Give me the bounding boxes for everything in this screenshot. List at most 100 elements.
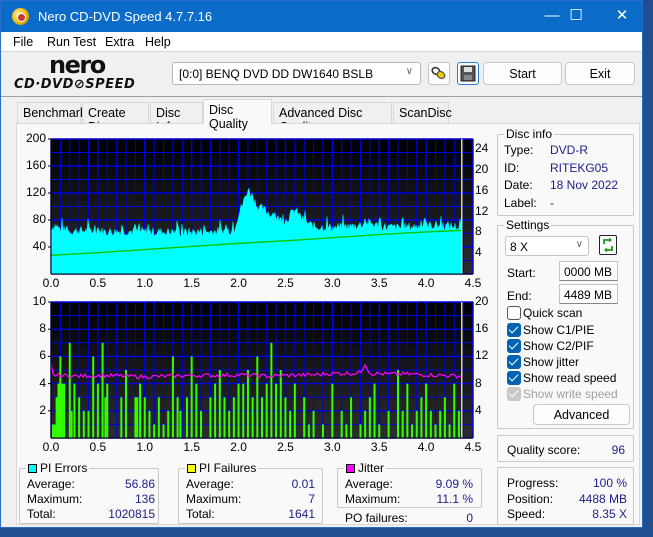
toolbar: nero CD·DVD⊘SPEED [0:0] BENQ DVD DD DW16… (1, 53, 642, 97)
maximize-button[interactable]: ☐ (553, 1, 599, 32)
tab-benchmark[interactable]: Benchmark (17, 102, 86, 123)
y-tick-label: 80 (32, 212, 46, 226)
x-tick-label: 4.0 (417, 440, 435, 454)
x-tick-label: 4.5 (464, 440, 482, 454)
menu-run-test[interactable]: Run Test (47, 35, 96, 49)
speed-select[interactable]: 8 X ∨ (505, 236, 589, 256)
y-tick-label: 2 (39, 402, 46, 417)
y-tick-label: 8 (39, 321, 46, 336)
cd-dvd-speed-logo: CD·DVD⊘SPEED (14, 77, 136, 92)
show-read-speed-label: Show read speed (523, 371, 617, 385)
jitter-maximum-label: Maximum: (345, 492, 401, 506)
disc-type-label: Type: (504, 143, 534, 157)
menu-bar: File Run Test Extra Help (1, 32, 642, 52)
show-c2-pif-checkbox[interactable] (507, 339, 521, 353)
end-input[interactable]: 4489 MB (559, 284, 618, 304)
pi-failures-swatch (187, 464, 196, 473)
window-title: Nero CD-DVD Speed 4.7.7.16 (38, 9, 213, 24)
pie-total-value: 1020815 (108, 507, 155, 521)
show-jitter-checkbox[interactable] (507, 355, 521, 369)
drive-refresh-button[interactable] (428, 62, 450, 85)
y-tick-label: 120 (25, 185, 46, 199)
speed-value: 8.35 X (592, 507, 627, 521)
x-tick-label: 3.5 (370, 440, 388, 454)
exit-button[interactable]: Exit (565, 62, 635, 85)
disc-label-label: Label: (504, 196, 537, 210)
y2-tick-label: 12 (475, 203, 489, 218)
x-tick-label: 2.5 (277, 440, 294, 454)
jitter-average-label: Average: (345, 477, 393, 491)
speed-select-value: 8 X (510, 240, 529, 254)
pif-total-value: 1641 (288, 507, 315, 521)
disc-type-value: DVD-R (550, 143, 588, 157)
x-tick-label: 1.5 (183, 276, 200, 290)
start-input[interactable]: 0000 MB (559, 261, 618, 281)
y-tick-label: 160 (25, 158, 46, 172)
x-tick-label: 3.0 (323, 276, 341, 290)
start-button[interactable]: Start (483, 62, 562, 85)
tab-scandisc[interactable]: ScanDisc (393, 102, 452, 123)
y2-tick-label: 12 (475, 348, 489, 363)
jitter-swatch (346, 464, 355, 473)
tab-create-disc[interactable]: Create Disc (82, 102, 149, 134)
quality-score-label: Quality score: (507, 443, 581, 457)
chevron-down-icon: ∨ (575, 239, 583, 250)
drive-select[interactable]: [0:0] BENQ DVD DD DW1640 BSLB ∨ (172, 62, 421, 85)
advanced-button[interactable]: Advanced (533, 404, 630, 425)
floppy-disk-icon (460, 65, 476, 82)
drive-select-value: [0:0] BENQ DVD DD DW1640 BSLB (179, 67, 374, 81)
progress-value: 100 % (592, 476, 627, 490)
show-read-speed-checkbox[interactable] (507, 371, 521, 385)
y-tick-label: 40 (32, 239, 46, 253)
x-tick-label: 2.0 (230, 440, 247, 454)
x-tick-label: 4.5 (464, 276, 482, 290)
y2-tick-label: 20 (475, 294, 489, 308)
nero-logo: nero (49, 51, 106, 79)
pie-average-value: 56.86 (124, 477, 155, 491)
disc-info-title: Disc info (504, 127, 555, 141)
chain-link-icon (431, 66, 446, 80)
jitter-average-value: 9.09 % (435, 477, 473, 491)
x-tick-label: 1.0 (136, 276, 154, 290)
tab-disc-quality[interactable]: Disc Quality (203, 99, 272, 131)
x-tick-label: 2.5 (277, 276, 294, 290)
chevron-down-icon: ∨ (405, 66, 413, 77)
disc-date-label: Date: (504, 178, 533, 192)
menu-extra[interactable]: Extra (105, 35, 134, 49)
y-tick-label: 6 (39, 348, 46, 363)
title-bar: Nero CD-DVD Speed 4.7.7.16 — ☐ ✕ (1, 1, 642, 32)
close-button[interactable]: ✕ (599, 1, 645, 32)
show-write-speed-checkbox (507, 387, 521, 401)
x-tick-label: 3.5 (370, 276, 388, 290)
menu-file[interactable]: File (13, 35, 33, 49)
x-tick-label: 0.5 (89, 276, 107, 290)
y2-tick-label: 16 (475, 321, 489, 336)
show-write-speed-label: Show write speed (523, 387, 618, 401)
position-label: Position: (507, 492, 554, 506)
refresh-speed-button[interactable] (599, 235, 617, 255)
po-failures-label: PO failures: (345, 511, 408, 525)
position-value: 4488 MB (578, 492, 627, 506)
po-failures-value: 0 (466, 511, 473, 525)
x-tick-label: 0.0 (42, 276, 60, 290)
menu-help[interactable]: Help (145, 35, 171, 49)
y2-tick-label: 8 (475, 224, 482, 239)
show-c1-pie-label: Show C1/PIE (523, 323, 595, 337)
y2-tick-label: 8 (475, 375, 482, 390)
pi-errors-title: PI Errors (26, 461, 90, 475)
y2-tick-label: 20 (475, 162, 489, 177)
y-tick-label: 200 (25, 131, 46, 145)
y2-tick-label: 24 (475, 141, 489, 156)
pie-maximum-label: Maximum: (27, 492, 83, 506)
show-c1-pie-checkbox[interactable] (507, 323, 521, 337)
tab-advanced-disc-quality[interactable]: Advanced Disc Quality (273, 102, 392, 134)
disc-label-value: - (550, 196, 554, 210)
quick-scan-checkbox[interactable] (507, 306, 521, 320)
quality-score-value: 96 (611, 443, 625, 457)
tab-disc-info[interactable]: Disc Info (150, 102, 203, 134)
x-tick-label: 1.0 (136, 440, 154, 454)
show-c2-pif-label: Show C2/PIF (523, 339, 594, 353)
app-icon (12, 8, 29, 25)
refresh-arrows-icon (603, 237, 613, 253)
save-button[interactable] (457, 62, 479, 85)
